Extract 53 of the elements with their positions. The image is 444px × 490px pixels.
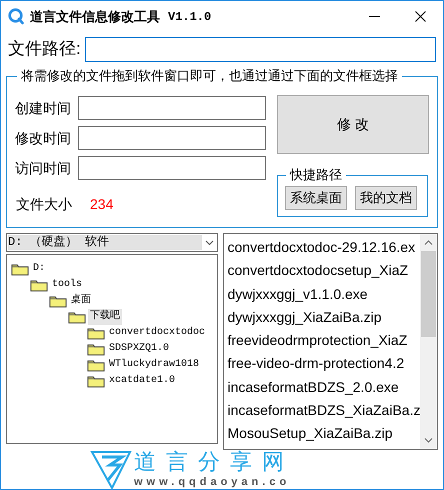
- file-item[interactable]: freevideodrmprotection_XiaZ: [228, 329, 420, 352]
- folder-icon: [87, 342, 105, 356]
- tree-item[interactable]: SDSPXZQ1.0: [107, 341, 172, 357]
- folder-icon: [87, 358, 105, 372]
- scrollbar[interactable]: [420, 234, 437, 449]
- file-item[interactable]: incaseformatBDZS_2.0.exe: [228, 376, 420, 400]
- folder-icon: [87, 374, 105, 388]
- scroll-up-icon: [424, 240, 433, 245]
- tree-item[interactable]: D:: [31, 261, 48, 277]
- folder-icon: [30, 278, 48, 292]
- file-item[interactable]: dywjxxxggj_v1.1.0.exe: [228, 282, 420, 306]
- modify-button[interactable]: 修 改: [277, 95, 429, 154]
- dropdown-caret-icon: [204, 240, 214, 246]
- file-item[interactable]: convertdocxtodocsetup_XiaZ: [228, 259, 420, 283]
- drive-select[interactable]: D: （硬盘） 软件: [6, 233, 218, 252]
- brand-name: 道言分享网: [134, 450, 294, 474]
- close-icon: [414, 11, 426, 22]
- time-field[interactable]: [78, 126, 266, 150]
- file-item[interactable]: free-video-drm-protection4.2: [228, 352, 420, 376]
- scroll-down-icon: [424, 438, 433, 443]
- shortcut-legend: 快捷路径: [286, 166, 346, 184]
- window-title: 道言文件信息修改工具: [30, 8, 160, 26]
- folder-icon: [87, 326, 105, 340]
- size-label: 文件大小: [16, 194, 73, 214]
- folder-icon: [49, 294, 67, 308]
- field-label: 创建时间: [15, 98, 72, 118]
- tree-item[interactable]: 下载吧: [88, 309, 122, 325]
- version-label: V1.1.0: [168, 8, 212, 26]
- field-label: 访问时间: [15, 158, 72, 178]
- folder-icon: [68, 310, 86, 324]
- tree-item[interactable]: tools: [50, 277, 84, 293]
- file-item[interactable]: incaseformatBDZS_XiaZaiBa.z: [228, 399, 420, 422]
- tree-item[interactable]: xcatdate1.0: [107, 373, 178, 389]
- path-field[interactable]: [84, 36, 436, 62]
- tree-item[interactable]: 桌面: [69, 293, 93, 309]
- path-label: 文件路径:: [8, 38, 81, 60]
- brand-url: www.qqdaoyan.co: [134, 475, 290, 489]
- minimize-icon: [368, 16, 380, 18]
- tree-item[interactable]: WTluckydraw1018: [107, 357, 202, 373]
- file-item[interactable]: MosouSetup_XiaZaiBa.zip: [228, 422, 420, 446]
- time-field[interactable]: [78, 156, 266, 180]
- shortcut-button[interactable]: 系统桌面: [285, 186, 347, 210]
- time-field[interactable]: [78, 96, 266, 120]
- app-logo-icon: [8, 8, 24, 25]
- folder-icon: [11, 262, 29, 276]
- group-legend: 将需修改的文件拖到软件窗口即可，也通过通过下面的文件框选择: [17, 67, 402, 85]
- field-label: 修改时间: [15, 128, 72, 148]
- brand-logo-icon: [90, 450, 132, 489]
- shortcut-button[interactable]: 我的文档: [355, 186, 417, 210]
- tree-item[interactable]: convertdocxtodoc: [107, 325, 208, 341]
- size-value: 234: [90, 194, 114, 214]
- file-item[interactable]: dywjxxxggj_XiaZaiBa.zip: [228, 306, 420, 330]
- file-item[interactable]: convertdocxtodoc-29.12.16.ex: [228, 236, 420, 260]
